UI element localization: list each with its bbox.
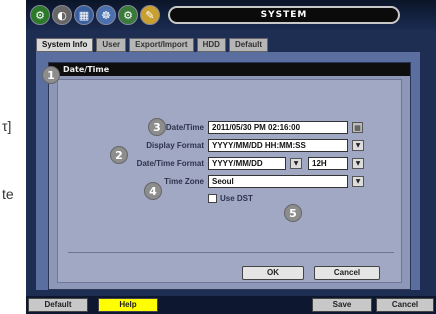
tab-system-info[interactable]: System Info <box>36 38 94 52</box>
hour-mode-select[interactable]: 12H <box>308 157 348 170</box>
tab-export-import[interactable]: Export/Import <box>129 38 194 52</box>
default-button[interactable]: Default <box>28 298 88 312</box>
callout-badge-3: 3 <box>148 118 166 136</box>
callout-badge-2: 2 <box>110 146 128 164</box>
chevron-down-icon[interactable]: ▼ <box>290 158 302 169</box>
doc-fragment-2: te <box>2 186 14 202</box>
display-format-select[interactable]: YYYY/MM/DD HH:MM:SS <box>208 139 348 152</box>
storage-icon[interactable]: ◐ <box>52 5 72 25</box>
tab-user[interactable]: User <box>96 38 127 52</box>
network-icon[interactable]: ☸ <box>96 5 116 25</box>
tab-default[interactable]: Default <box>228 38 269 52</box>
chevron-down-icon[interactable]: ▼ <box>352 140 364 151</box>
use-dst-label: Use DST <box>220 194 253 203</box>
date-time-input[interactable]: 2011/05/30 PM 02:16:00 <box>208 121 348 134</box>
bottom-bar: Default Help Save Cancel <box>26 296 436 314</box>
window-title: SYSTEM <box>168 6 400 24</box>
record-icon[interactable]: ⚙ <box>118 5 138 25</box>
date-time-format-select[interactable]: YYYY/MM/DD <box>208 157 286 170</box>
date-time-dialog: Date/Time Date/Time 2011/05/30 PM 02:16:… <box>48 62 411 290</box>
bottom-cancel-button[interactable]: Cancel <box>376 298 434 312</box>
system-screen: ⚙ ◐ ▦ ☸ ⚙ ✎ SYSTEM System Info User Expo… <box>26 0 436 314</box>
dialog-body: Date/Time 2011/05/30 PM 02:16:00 ▦ Displ… <box>57 79 402 283</box>
dialog-title: Date/Time <box>49 63 410 76</box>
callout-badge-4: 4 <box>144 182 162 200</box>
system-icon[interactable]: ⚙ <box>30 5 50 25</box>
time-zone-select[interactable]: Seoul <box>208 175 348 188</box>
tab-bar: System Info User Export/Import HDD Defau… <box>36 38 269 52</box>
use-dst-checkbox[interactable] <box>208 194 217 203</box>
save-button[interactable]: Save <box>312 298 372 312</box>
ok-button[interactable]: OK <box>242 266 304 280</box>
calendar-icon[interactable]: ▦ <box>74 5 94 25</box>
chevron-down-icon[interactable]: ▼ <box>352 158 364 169</box>
cancel-button[interactable]: Cancel <box>314 266 380 280</box>
divider <box>68 252 394 253</box>
settings-icon[interactable]: ✎ <box>140 5 160 25</box>
doc-fragment-1: τ] <box>2 118 12 134</box>
callout-badge-1: 1 <box>42 66 60 84</box>
calendar-picker-icon[interactable]: ▦ <box>352 122 363 133</box>
time-zone-label: Time Zone <box>164 177 204 186</box>
chevron-down-icon[interactable]: ▼ <box>352 176 364 187</box>
top-toolbar: ⚙ ◐ ▦ ☸ ⚙ ✎ SYSTEM <box>26 0 436 30</box>
callout-badge-5: 5 <box>284 204 302 222</box>
help-button[interactable]: Help <box>98 298 158 312</box>
tab-hdd[interactable]: HDD <box>196 38 226 52</box>
display-format-label: Display Format <box>146 141 204 150</box>
